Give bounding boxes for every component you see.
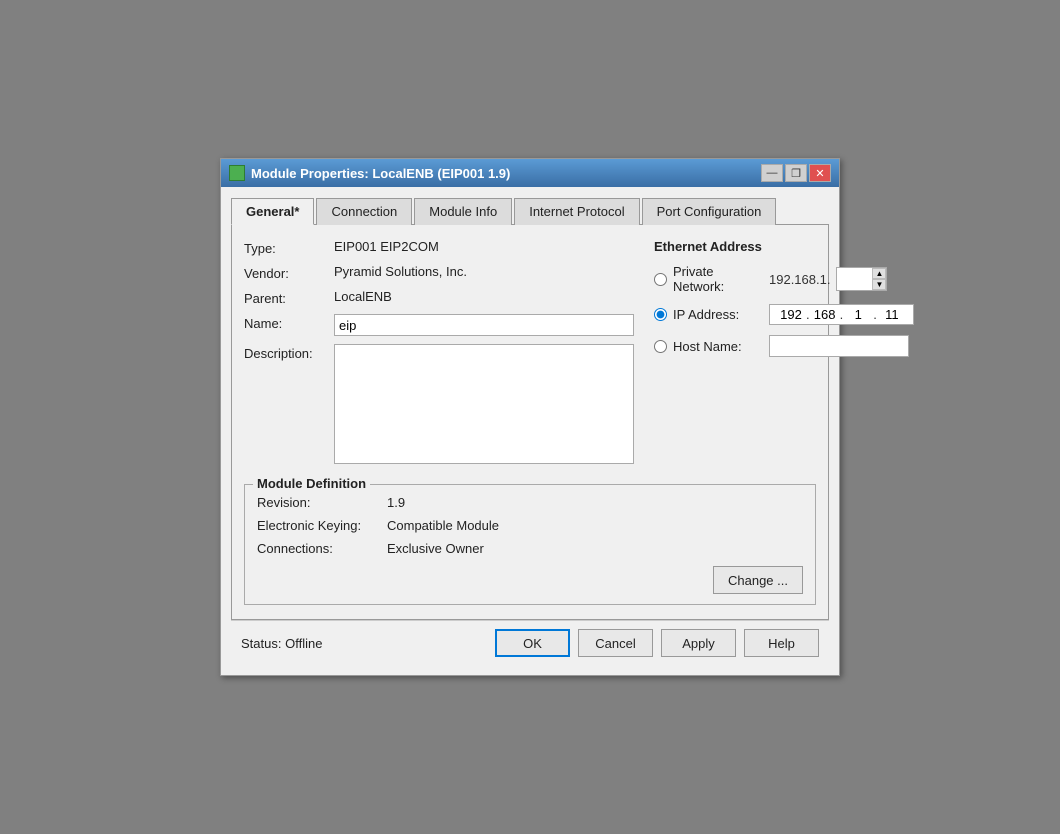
window-title: Module Properties: LocalENB (EIP001 1.9) [251,166,510,181]
status-text: Status: Offline [241,636,487,651]
tab-content-general: Type: EIP001 EIP2COM Vendor: Pyramid Sol… [231,225,829,620]
private-network-input[interactable] [837,271,872,288]
private-network-row: Private Network: 192.168.1. ▲ ▼ [654,264,884,294]
status-label: Status: [241,636,281,651]
change-button[interactable]: Change ... [713,566,803,594]
connections-label: Connections: [257,541,387,556]
minimize-button[interactable]: — [761,164,783,182]
private-network-prefix: 192.168.1. [769,272,830,287]
ip-address-radio[interactable] [654,308,667,321]
main-area: Type: EIP001 EIP2COM Vendor: Pyramid Sol… [244,239,816,472]
description-row: Description: [244,344,634,464]
tab-module-info[interactable]: Module Info [414,198,512,225]
apply-button[interactable]: Apply [661,629,736,657]
description-label: Description: [244,344,334,361]
tab-internet-protocol[interactable]: Internet Protocol [514,198,639,225]
ip-seg3[interactable] [843,307,873,322]
spinner-buttons: ▲ ▼ [872,268,886,290]
close-button[interactable]: ✕ [809,164,831,182]
parent-value: LocalENB [334,289,392,304]
private-network-spinner: ▲ ▼ [836,267,887,291]
ethernet-address-title: Ethernet Address [654,239,884,254]
tab-bar: General* Connection Module Info Internet… [231,197,829,225]
private-network-radio[interactable] [654,273,667,286]
connections-value: Exclusive Owner [387,541,484,556]
restore-button[interactable]: ❐ [785,164,807,182]
host-name-row: Host Name: [654,335,884,357]
connections-row: Connections: Exclusive Owner [257,541,803,556]
host-name-label: Host Name: [673,339,763,354]
vendor-value: Pyramid Solutions, Inc. [334,264,467,279]
ip-address-row: IP Address: . . . [654,304,884,325]
ip-address-field: . . . [769,304,914,325]
parent-row: Parent: LocalENB [244,289,634,306]
spin-down-button[interactable]: ▼ [872,279,886,290]
ok-button[interactable]: OK [495,629,570,657]
vendor-row: Vendor: Pyramid Solutions, Inc. [244,264,634,281]
ip-address-label: IP Address: [673,307,763,322]
ip-seg4[interactable] [877,307,907,322]
change-button-row: Change ... [257,566,803,594]
help-button[interactable]: Help [744,629,819,657]
title-bar-left: Module Properties: LocalENB (EIP001 1.9) [229,165,510,181]
revision-label: Revision: [257,495,387,510]
spin-up-button[interactable]: ▲ [872,268,886,279]
description-textarea[interactable] [334,344,634,464]
electronic-keying-label: Electronic Keying: [257,518,387,533]
name-row: Name: [244,314,634,336]
tab-connection[interactable]: Connection [316,198,412,225]
electronic-keying-value: Compatible Module [387,518,499,533]
tab-general[interactable]: General* [231,198,314,225]
module-definition-box: Module Definition Revision: 1.9 Electron… [244,484,816,605]
revision-row: Revision: 1.9 [257,495,803,510]
right-column: Ethernet Address Private Network: 192.16… [654,239,884,472]
vendor-label: Vendor: [244,264,334,281]
revision-value: 1.9 [387,495,405,510]
window-body: General* Connection Module Info Internet… [221,187,839,675]
title-bar: Module Properties: LocalENB (EIP001 1.9)… [221,159,839,187]
type-row: Type: EIP001 EIP2COM [244,239,634,256]
ip-seg2[interactable] [810,307,840,322]
bottom-bar: Status: Offline OK Cancel Apply Help [231,620,829,665]
electronic-keying-row: Electronic Keying: Compatible Module [257,518,803,533]
private-network-label: Private Network: [673,264,763,294]
ip-seg1[interactable] [776,307,806,322]
cancel-button[interactable]: Cancel [578,629,653,657]
left-column: Type: EIP001 EIP2COM Vendor: Pyramid Sol… [244,239,634,472]
status-value: Offline [285,636,322,651]
name-input[interactable] [334,314,634,336]
type-value: EIP001 EIP2COM [334,239,439,254]
module-definition-title: Module Definition [253,476,370,491]
host-name-input[interactable] [769,335,909,357]
title-bar-controls: — ❐ ✕ [761,164,831,182]
name-label: Name: [244,314,334,331]
host-name-radio[interactable] [654,340,667,353]
window-icon [229,165,245,181]
ethernet-address-box: Ethernet Address Private Network: 192.16… [654,239,884,357]
type-label: Type: [244,239,334,256]
tab-port-configuration[interactable]: Port Configuration [642,198,777,225]
parent-label: Parent: [244,289,334,306]
main-window: Module Properties: LocalENB (EIP001 1.9)… [220,158,840,676]
